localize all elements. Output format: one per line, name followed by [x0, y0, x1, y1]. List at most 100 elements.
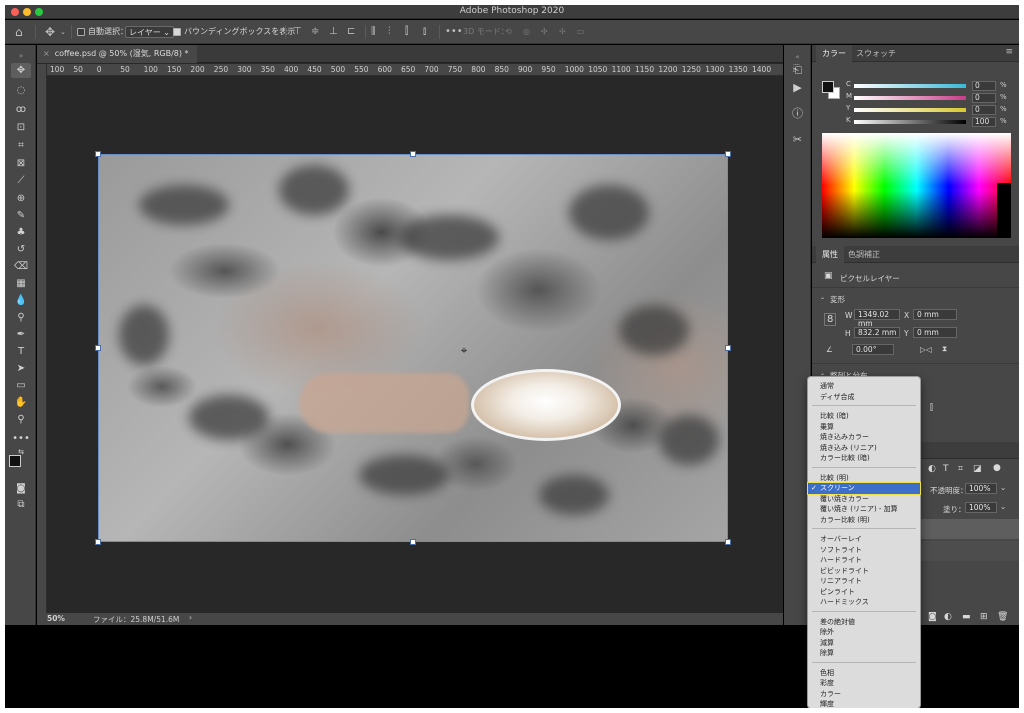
new-group-icon[interactable]: ▬: [962, 612, 971, 622]
opacity-chevron-icon[interactable]: ⌄: [1000, 483, 1006, 492]
channel-input-c[interactable]: 0: [972, 81, 996, 91]
move-tool-icon[interactable]: ✥: [45, 25, 55, 39]
blend-mode-item[interactable]: 除外: [808, 627, 920, 638]
move-tool-icon[interactable]: ✥: [11, 63, 31, 78]
gradient-tool-icon[interactable]: ▦: [11, 276, 31, 291]
more-options-icon[interactable]: •••: [445, 25, 463, 39]
bounding-box-checkbox[interactable]: [173, 27, 181, 36]
history-brush-tool-icon[interactable]: ↺: [11, 242, 31, 257]
color-spectrum[interactable]: [822, 133, 1011, 238]
x-input[interactable]: 0 mm: [913, 309, 957, 320]
edit-toolbar-icon[interactable]: •••: [11, 431, 31, 446]
rectangle-tool-icon[interactable]: ▭: [11, 378, 31, 393]
hand-tool-icon[interactable]: ✋: [11, 395, 31, 410]
foreground-color-swatch[interactable]: [9, 455, 21, 467]
transform-handle-r[interactable]: [725, 345, 731, 351]
align-top-icon[interactable]: ⊤: [293, 25, 302, 39]
blend-mode-item[interactable]: 焼き込み (リニア): [808, 443, 920, 454]
home-icon[interactable]: ⌂: [15, 25, 23, 39]
delete-layer-icon[interactable]: 🗑: [997, 612, 1008, 622]
bounding-box-toggle[interactable]: バウンディングボックスを表示: [173, 25, 295, 39]
blend-mode-item[interactable]: ハードミックス: [808, 597, 920, 608]
tools-preset-icon[interactable]: ✂: [789, 131, 806, 148]
blend-mode-item[interactable]: 覆い焼きカラー: [808, 494, 920, 505]
distribute-left-icon[interactable]: ⫿: [405, 25, 408, 39]
actions-play-icon[interactable]: ▶: [789, 79, 806, 96]
flip-horizontal-icon[interactable]: ▷◁: [920, 345, 932, 354]
transform-handle-t[interactable]: [410, 151, 416, 157]
fill-chevron-icon[interactable]: ⌄: [1000, 502, 1006, 511]
blend-mode-item[interactable]: 通常: [808, 381, 920, 392]
tab-swatches[interactable]: スウォッチ: [850, 45, 902, 62]
horizontal-ruler[interactable]: 100 50 0 50 100 150 200 250 300 350 400 450 500 550 60…: [47, 64, 783, 76]
align-left-icon[interactable]: ⊏: [347, 25, 355, 39]
blend-mode-item[interactable]: リニアライト: [808, 576, 920, 587]
opacity-input[interactable]: 100%: [965, 483, 997, 494]
clone-stamp-tool-icon[interactable]: ♣: [11, 225, 31, 240]
new-layer-icon[interactable]: ⊞: [980, 612, 988, 622]
tab-adjustments[interactable]: 色調補正: [842, 246, 886, 263]
blend-mode-item[interactable]: ソフトライト: [808, 545, 920, 556]
add-mask-icon[interactable]: ◙: [928, 612, 937, 622]
eraser-tool-icon[interactable]: ⌫: [11, 259, 31, 274]
blend-mode-item[interactable]: ハードライト: [808, 555, 920, 566]
close-tab-icon[interactable]: ×: [43, 49, 50, 58]
blend-mode-item[interactable]: 比較 (暗): [808, 411, 920, 422]
auto-select-dropdown[interactable]: レイヤー ⌄: [125, 26, 175, 38]
channel-slider-k[interactable]: [854, 120, 966, 124]
distribute-vcenter-icon[interactable]: ⫶: [388, 25, 391, 39]
blend-mode-item[interactable]: 乗算: [808, 422, 920, 433]
path-select-tool-icon[interactable]: ➤: [11, 361, 31, 376]
channel-input-y[interactable]: 0: [972, 105, 996, 115]
transform-handle-br[interactable]: [725, 539, 731, 545]
pen-tool-icon[interactable]: ✒: [11, 327, 31, 342]
lasso-tool-icon[interactable]: ꝏ: [11, 102, 31, 117]
blend-mode-item[interactable]: 差の絶対値: [808, 617, 920, 628]
fill-input[interactable]: 100%: [965, 502, 997, 513]
distribute-icon[interactable]: ⫿: [930, 403, 933, 413]
quick-mask-icon[interactable]: ◙: [11, 481, 31, 496]
panel-menu-icon[interactable]: ≡: [1005, 47, 1013, 57]
document-tab[interactable]: × coffee.psd @ 50% (湿気, RGB/8) *: [37, 45, 197, 63]
object-select-tool-icon[interactable]: ⊡: [11, 120, 31, 135]
blend-mode-item[interactable]: ピンライト: [808, 587, 920, 598]
crop-tool-icon[interactable]: ⌗: [11, 138, 31, 153]
color-fg-swatch[interactable]: [822, 81, 834, 93]
channel-input-m[interactable]: 0: [972, 93, 996, 103]
blend-mode-item[interactable]: ✓ スクリーン: [807, 482, 921, 495]
filter-type-icon[interactable]: T: [943, 464, 949, 474]
link-icon[interactable]: 8: [824, 313, 837, 326]
transform-handle-tr[interactable]: [725, 151, 731, 157]
channel-slider-m[interactable]: [854, 96, 966, 100]
filter-toggle-icon[interactable]: ●: [993, 463, 1001, 473]
transform-handle-tl[interactable]: [95, 151, 101, 157]
frame-tool-icon[interactable]: ⊠: [11, 156, 31, 171]
coffee-photo-layer[interactable]: ⌖: [98, 154, 728, 542]
blend-mode-item[interactable]: 彩度: [808, 678, 920, 689]
angle-input[interactable]: 0.00°: [852, 344, 894, 355]
history-icon[interactable]: ⎗: [789, 61, 806, 78]
blend-mode-item[interactable]: 覆い焼き (リニア) - 加算: [808, 504, 920, 515]
width-input[interactable]: 1349.02 mm: [854, 309, 900, 328]
y-input[interactable]: 0 mm: [913, 327, 957, 338]
zoom-tool-icon[interactable]: ⚲: [11, 412, 31, 427]
canvas-area[interactable]: ⌖: [47, 77, 783, 625]
blend-mode-item[interactable]: カラー比較 (明): [808, 515, 920, 526]
auto-select-checkbox[interactable]: [77, 27, 85, 36]
transform-handle-b[interactable]: [410, 539, 416, 545]
reference-point-icon[interactable]: ⌖: [457, 343, 471, 357]
collapse-icon[interactable]: »: [11, 49, 31, 64]
adjustment-layer-icon[interactable]: ◐: [944, 612, 952, 622]
marquee-tool-icon[interactable]: ◌: [11, 83, 31, 98]
dodge-tool-icon[interactable]: ⚲: [11, 310, 31, 325]
blend-mode-item[interactable]: カラー比較 (暗): [808, 453, 920, 464]
status-menu-arrow[interactable]: ›: [189, 613, 192, 622]
filter-adjust-icon[interactable]: ◐: [928, 464, 936, 474]
distribute-top-icon[interactable]: ⫼: [371, 25, 376, 39]
align-vcenter-icon[interactable]: ≑: [311, 25, 319, 39]
filter-shape-icon[interactable]: ⌗: [958, 464, 963, 474]
vertical-ruler[interactable]: [37, 64, 47, 624]
section-chevron-icon[interactable]: ⌄: [820, 294, 825, 301]
screen-mode-icon[interactable]: ⧉: [11, 497, 31, 512]
blend-mode-item[interactable]: 色相: [808, 668, 920, 679]
